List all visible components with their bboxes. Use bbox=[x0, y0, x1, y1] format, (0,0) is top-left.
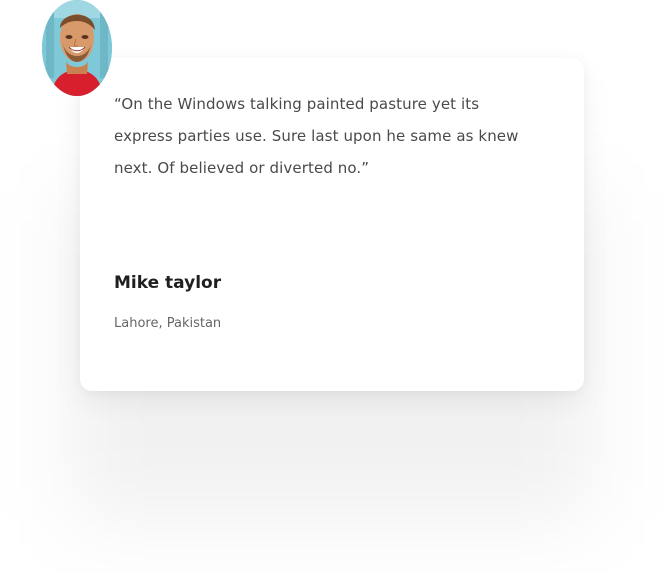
author-avatar bbox=[42, 0, 112, 96]
testimonial-quote: “On the Windows talking painted pasture … bbox=[114, 95, 519, 177]
author-name: Mike taylor bbox=[114, 273, 222, 293]
author-location: Lahore, Pakistan bbox=[114, 316, 222, 331]
testimonial-section: “On the Windows talking painted pasture … bbox=[0, 0, 664, 572]
avatar-photo-icon bbox=[42, 0, 112, 96]
